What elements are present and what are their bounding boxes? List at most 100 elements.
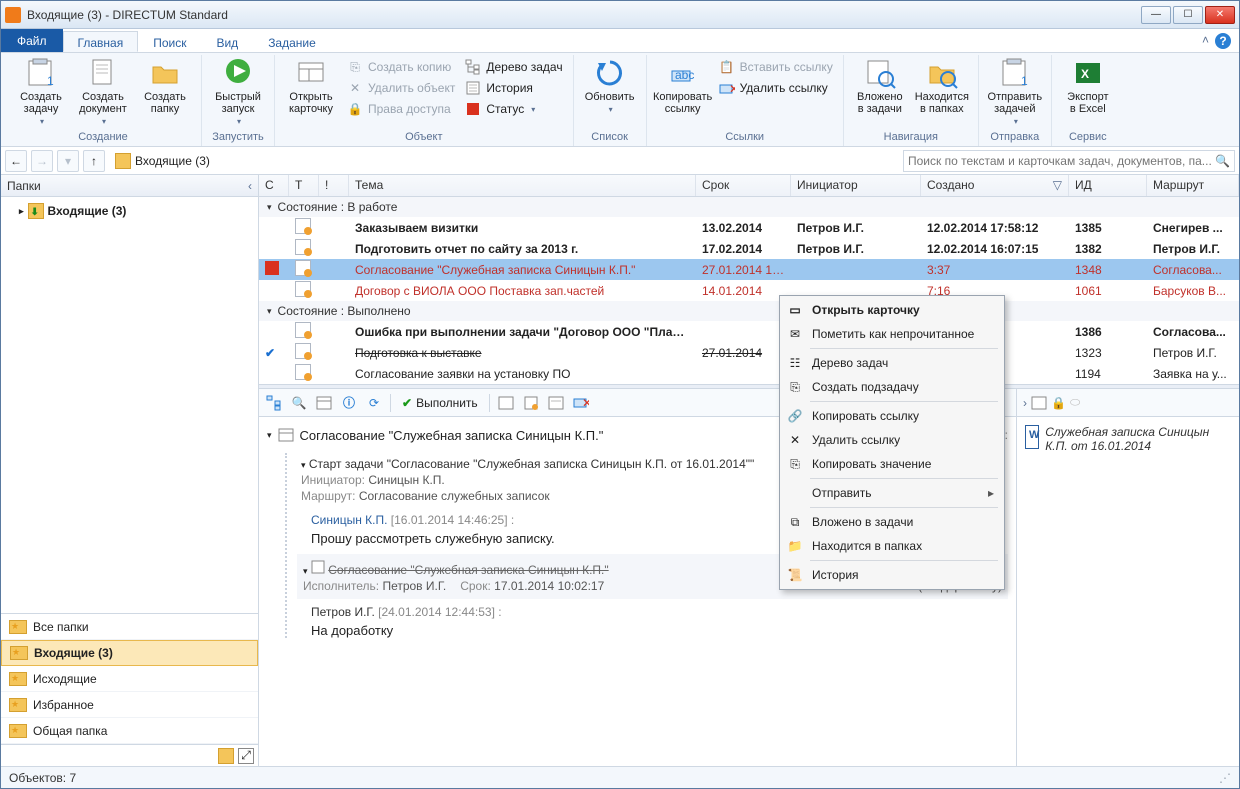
context-menu[interactable]: ▭Открыть карточку✉Пометить как непрочита…	[779, 295, 1005, 590]
help-icon[interactable]: ?	[1215, 33, 1231, 49]
refresh-button[interactable]: Обновить	[580, 55, 640, 129]
folder-shortcut[interactable]: ★Входящие (3)	[1, 640, 258, 666]
export-excel-button[interactable]: XЭкспорт в Excel	[1058, 55, 1118, 129]
ribbon-collapse-icon[interactable]: ˄	[1202, 33, 1209, 52]
context-menu-item[interactable]: ⎘Копировать значение	[782, 452, 1002, 476]
send-task-button[interactable]: 1Отправить задачей	[985, 55, 1045, 129]
col-flag[interactable]: !	[319, 175, 349, 196]
attachment-item[interactable]: Служебная записка Синицын К.П. от 16.01.…	[1017, 417, 1239, 462]
context-menu-item[interactable]: ▭Открыть карточку	[782, 298, 1002, 322]
task-row[interactable]: Ошибка при выполнении задачи "Договор ОО…	[259, 321, 1239, 342]
svg-text:1: 1	[47, 74, 54, 88]
collapse-icon[interactable]: ‹	[248, 179, 252, 193]
group-row[interactable]: ▾Состояние : Выполнено	[259, 301, 1239, 321]
nav-forward-button[interactable]: →	[31, 150, 53, 172]
paste-link-button[interactable]: 📋Вставить ссылку	[715, 57, 837, 77]
open-card-button[interactable]: Открыть карточку	[281, 55, 341, 129]
col-route[interactable]: Маршрут	[1147, 175, 1239, 196]
quick-run-button[interactable]: Быстрый запуск	[208, 55, 268, 129]
tab-home[interactable]: Главная	[63, 31, 139, 52]
task-row[interactable]: Подготовить отчет по сайту за 2013 г.17.…	[259, 238, 1239, 259]
tab-task[interactable]: Задание	[253, 31, 331, 52]
in-folders-button[interactable]: Находится в папках	[912, 55, 972, 129]
task-row[interactable]: Согласование "Служебная записка Синицын …	[259, 259, 1239, 280]
resize-grip[interactable]: ⋰	[1219, 771, 1231, 785]
col-status[interactable]: С	[259, 175, 289, 196]
folder-shortcut[interactable]: ★Все папки	[1, 614, 258, 640]
copy-link-button[interactable]: abcКопировать ссылку	[653, 55, 713, 129]
folder-shortcut[interactable]: ★Избранное	[1, 692, 258, 718]
task-tree-button[interactable]: Дерево задач	[461, 57, 566, 77]
search-icon[interactable]: 🔍	[1215, 154, 1230, 168]
title-bar: Входящие (3) - DIRECTUM Standard — ☐ ✕	[1, 1, 1239, 29]
col-id[interactable]: ИД	[1069, 175, 1147, 196]
file-tab[interactable]: Файл	[1, 29, 63, 52]
context-menu-item[interactable]: ⎘Создать подзадачу	[782, 375, 1002, 399]
delete-object-button[interactable]: ✕Удалить объект	[343, 78, 459, 98]
close-button[interactable]: ✕	[1205, 6, 1235, 24]
card-icon[interactable]	[313, 392, 335, 414]
context-menu-item[interactable]: 🔗Копировать ссылку	[782, 404, 1002, 428]
nav-up-button[interactable]: ↑	[83, 150, 105, 172]
col-type[interactable]: Т	[289, 175, 319, 196]
folder-shortcut[interactable]: ★Общая папка	[1, 718, 258, 744]
refresh-icon	[594, 57, 626, 89]
in-tasks-button[interactable]: Вложено в задачи	[850, 55, 910, 129]
search-input[interactable]	[908, 154, 1215, 168]
step-title: Согласование "Служебная записка Синицын …	[328, 563, 608, 577]
context-menu-item[interactable]: Отправить▸	[782, 481, 1002, 505]
col-initiator[interactable]: Инициатор	[791, 175, 921, 196]
stamp-icon[interactable]: ⬭	[1070, 395, 1080, 410]
col-subject[interactable]: Тема	[349, 175, 696, 196]
grid-body[interactable]: ▾Состояние : В работеЗаказываем визитки1…	[259, 197, 1239, 384]
expand-icon[interactable]: ›	[1023, 396, 1027, 410]
create-document-button[interactable]: Создать документ	[73, 55, 133, 129]
folder-tree[interactable]: ▸ ⬇ Входящие (3)	[1, 197, 258, 613]
access-rights-button[interactable]: 🔒Права доступа	[343, 99, 459, 119]
tab-view[interactable]: Вид	[201, 31, 253, 52]
tb-icon-2[interactable]	[520, 392, 542, 414]
task-row[interactable]: ✔Подготовка к выставке27.01.20140:531323…	[259, 342, 1239, 363]
tb-icon-1[interactable]	[495, 392, 517, 414]
minimize-button[interactable]: —	[1141, 6, 1171, 24]
context-menu-item[interactable]: 📜История	[782, 563, 1002, 587]
group-row[interactable]: ▾Состояние : В работе	[259, 197, 1239, 217]
group-object: Открыть карточку ⎘Создать копию ✕Удалить…	[275, 55, 574, 146]
nav-back-button[interactable]: ←	[5, 150, 27, 172]
search-box[interactable]: 🔍	[903, 150, 1235, 172]
create-task-button[interactable]: 1Создать задачу	[11, 55, 71, 129]
breadcrumb[interactable]: Входящие (3)	[115, 153, 210, 169]
context-menu-item[interactable]: 📁Находится в папках	[782, 534, 1002, 558]
search-icon[interactable]: 🔍	[288, 392, 310, 414]
history-button[interactable]: История	[461, 78, 566, 98]
task-row[interactable]: Договор с ВИОЛА ООО Поставка зап.частей1…	[259, 280, 1239, 301]
context-menu-item[interactable]: ✕Удалить ссылку	[782, 428, 1002, 452]
status-button[interactable]: Статус	[461, 99, 566, 119]
nav-menu-button[interactable]: ▾	[57, 150, 79, 172]
col-created[interactable]: Создано ▽	[921, 175, 1069, 196]
task-row[interactable]: Согласование заявки на установку ПО8:251…	[259, 363, 1239, 384]
col-due[interactable]: Срок	[696, 175, 791, 196]
tree-view-icon[interactable]	[263, 392, 285, 414]
delete-link-button[interactable]: ✕Удалить ссылку	[715, 78, 837, 98]
attach-card-icon[interactable]	[1031, 395, 1047, 411]
refresh-icon[interactable]: ⟳	[363, 392, 385, 414]
folder-shortcut[interactable]: ★Исходящие	[1, 666, 258, 692]
tree-root[interactable]: ▸ ⬇ Входящие (3)	[5, 201, 254, 221]
footer-folder-icon[interactable]	[218, 748, 234, 764]
group-send: 1Отправить задачей Отправка	[979, 55, 1052, 146]
task-row[interactable]: Заказываем визитки13.02.2014Петров И.Г.1…	[259, 217, 1239, 238]
create-copy-button[interactable]: ⎘Создать копию	[343, 57, 459, 77]
context-menu-item[interactable]: ✉Пометить как непрочитанное	[782, 322, 1002, 346]
tb-icon-3[interactable]	[545, 392, 567, 414]
tab-search[interactable]: Поиск	[138, 31, 201, 52]
context-menu-item[interactable]: ☷Дерево задач	[782, 351, 1002, 375]
execute-button[interactable]: ✔Выполнить	[396, 392, 484, 414]
lock-icon[interactable]: 🔒	[1051, 396, 1066, 410]
footer-expand-icon[interactable]: ⤢	[238, 748, 254, 764]
context-menu-item[interactable]: ⧉Вложено в задачи	[782, 510, 1002, 534]
info-icon[interactable]: ⓘ	[338, 392, 360, 414]
maximize-button[interactable]: ☐	[1173, 6, 1203, 24]
tb-icon-4[interactable]: ✕	[570, 392, 592, 414]
create-folder-button[interactable]: Создать папку	[135, 55, 195, 129]
